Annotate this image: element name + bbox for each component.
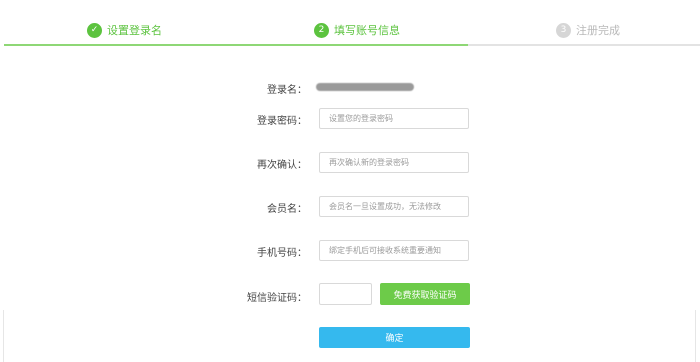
step-number: 2 <box>314 22 329 38</box>
confirm-password-label: 再次确认： <box>257 160 307 171</box>
step-label: 注册完成 <box>576 24 620 37</box>
step-progress: ✓ 设置登录名 2 填写账号信息 3 注册完成 <box>0 0 700 46</box>
password-input[interactable]: 设置您的登录密码 <box>319 108 469 129</box>
step-label: 填写账号信息 <box>334 24 400 37</box>
progress-bar-remaining <box>468 44 700 46</box>
login-name-value-redacted <box>316 83 414 91</box>
frame-border-left <box>3 310 4 362</box>
confirm-password-input[interactable]: 再次确认新的登录密码 <box>319 152 469 173</box>
phone-input[interactable]: 绑定手机后可接收系统重要通知 <box>319 240 469 261</box>
phone-label: 手机号码： <box>257 248 307 259</box>
password-label: 登录密码： <box>257 116 307 127</box>
frame-border-right <box>695 310 696 362</box>
step-label: 设置登录名 <box>107 24 162 37</box>
get-sms-code-button[interactable]: 免费获取验证码 <box>380 283 470 305</box>
sms-code-label: 短信验证码： <box>247 293 307 304</box>
step-registration-complete: 3 注册完成 <box>556 22 620 38</box>
member-name-label: 会员名： <box>267 204 307 215</box>
step-number: 3 <box>556 22 571 38</box>
step-fill-account-info: 2 填写账号信息 <box>314 22 400 38</box>
member-name-input[interactable]: 会员名一旦设置成功，无法修改 <box>319 196 469 217</box>
check-icon: ✓ <box>87 22 102 38</box>
step-set-login-name: ✓ 设置登录名 <box>87 22 162 38</box>
sms-code-input[interactable] <box>319 283 372 305</box>
progress-bar-active <box>4 44 468 46</box>
submit-button[interactable]: 确定 <box>319 327 470 348</box>
login-name-label: 登录名： <box>267 85 307 96</box>
